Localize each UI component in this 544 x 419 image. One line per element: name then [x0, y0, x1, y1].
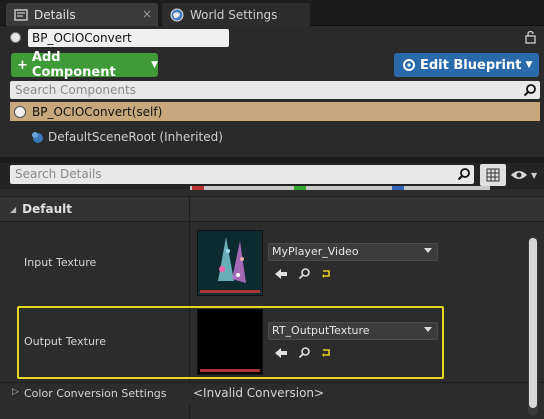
- search-icon[interactable]: [457, 167, 471, 181]
- component-item-root[interactable]: DefaultSceneRoot (Inherited): [30, 128, 223, 146]
- thumbnail-bar: [200, 369, 260, 372]
- input-texture-thumbnail[interactable]: [197, 230, 263, 296]
- chevron-down-icon: [424, 327, 432, 332]
- blueprint-icon: [403, 59, 415, 71]
- video-frame-image: [198, 231, 262, 291]
- eye-icon: [511, 171, 527, 179]
- chevron-down-icon: ▼: [151, 60, 158, 70]
- output-texture-actions: [274, 346, 331, 359]
- lock-icon[interactable]: [524, 30, 538, 44]
- plus-icon: +: [17, 57, 28, 73]
- blueprint-name-field[interactable]: BP_OCIOConvert: [28, 29, 229, 47]
- input-texture-label: Input Texture: [24, 256, 97, 269]
- browse-icon[interactable]: [298, 267, 311, 280]
- browse-icon[interactable]: [298, 346, 311, 359]
- output-texture-label: Output Texture: [24, 335, 106, 348]
- actor-radio-icon: [10, 32, 21, 43]
- close-icon[interactable]: ×: [142, 7, 152, 21]
- actor-icon: [14, 105, 26, 118]
- component-self-label: BP_OCIOConvert(self): [32, 104, 163, 119]
- tab-details-label: Details: [34, 7, 76, 22]
- collapsed-arrow-icon: ▷: [12, 387, 19, 397]
- chevron-down-icon: [424, 248, 432, 253]
- partial-color-strip: [190, 186, 490, 190]
- search-details-placeholder: Search Details: [15, 167, 102, 181]
- component-root-label: DefaultSceneRoot (Inherited): [48, 130, 223, 144]
- property-matrix-button[interactable]: [480, 164, 506, 186]
- globe-icon: [170, 8, 184, 21]
- scrollbar-thumb[interactable]: [529, 238, 537, 408]
- component-item-self[interactable]: BP_OCIOConvert(self): [10, 102, 540, 121]
- search-details-input[interactable]: Search Details: [10, 165, 474, 184]
- search-components-input[interactable]: Search Components: [10, 81, 540, 99]
- use-selected-icon[interactable]: [274, 347, 288, 359]
- add-component-button[interactable]: + Add Component ▼: [11, 50, 158, 80]
- add-component-label: Add Component: [31, 50, 116, 80]
- scene-root-icon: [32, 132, 43, 143]
- use-selected-icon[interactable]: [274, 268, 288, 280]
- output-texture-thumbnail[interactable]: [197, 309, 263, 375]
- input-texture-combo[interactable]: MyPlayer_Video: [268, 243, 438, 261]
- input-texture-actions: [274, 267, 331, 280]
- tab-details[interactable]: Details ×: [6, 3, 158, 26]
- reset-icon[interactable]: [321, 348, 331, 358]
- chevron-down-icon: ▼: [525, 60, 533, 70]
- section-default-label: Default: [22, 202, 72, 216]
- color-conversion-value: <Invalid Conversion>: [193, 386, 325, 400]
- search-icon[interactable]: [523, 83, 537, 97]
- details-icon: [14, 8, 28, 21]
- panel-splitter[interactable]: [0, 157, 544, 163]
- details-scrollbar[interactable]: [528, 236, 538, 416]
- expanded-arrow-icon: ◢: [10, 204, 17, 214]
- tab-world-settings-label: World Settings: [190, 7, 278, 22]
- section-default[interactable]: ◢ Default: [0, 196, 544, 222]
- view-options-button[interactable]: ▼: [510, 167, 542, 183]
- edit-blueprint-label: Edit Blueprint: [420, 57, 522, 73]
- tab-world-settings[interactable]: World Settings: [162, 3, 310, 26]
- input-texture-value: MyPlayer_Video: [272, 245, 359, 258]
- reset-icon[interactable]: [321, 269, 331, 279]
- output-texture-value: RT_OutputTexture: [272, 324, 370, 337]
- output-texture-combo[interactable]: RT_OutputTexture: [268, 322, 438, 340]
- search-components-placeholder: Search Components: [15, 83, 136, 97]
- grid-icon: [486, 168, 500, 182]
- thumbnail-bar: [200, 290, 260, 293]
- edit-blueprint-button[interactable]: Edit Blueprint ▼: [394, 53, 539, 77]
- chevron-down-icon: ▼: [531, 170, 538, 180]
- tab-strip: Details × World Settings: [0, 0, 544, 26]
- color-conversion-label: Color Conversion Settings: [24, 387, 167, 400]
